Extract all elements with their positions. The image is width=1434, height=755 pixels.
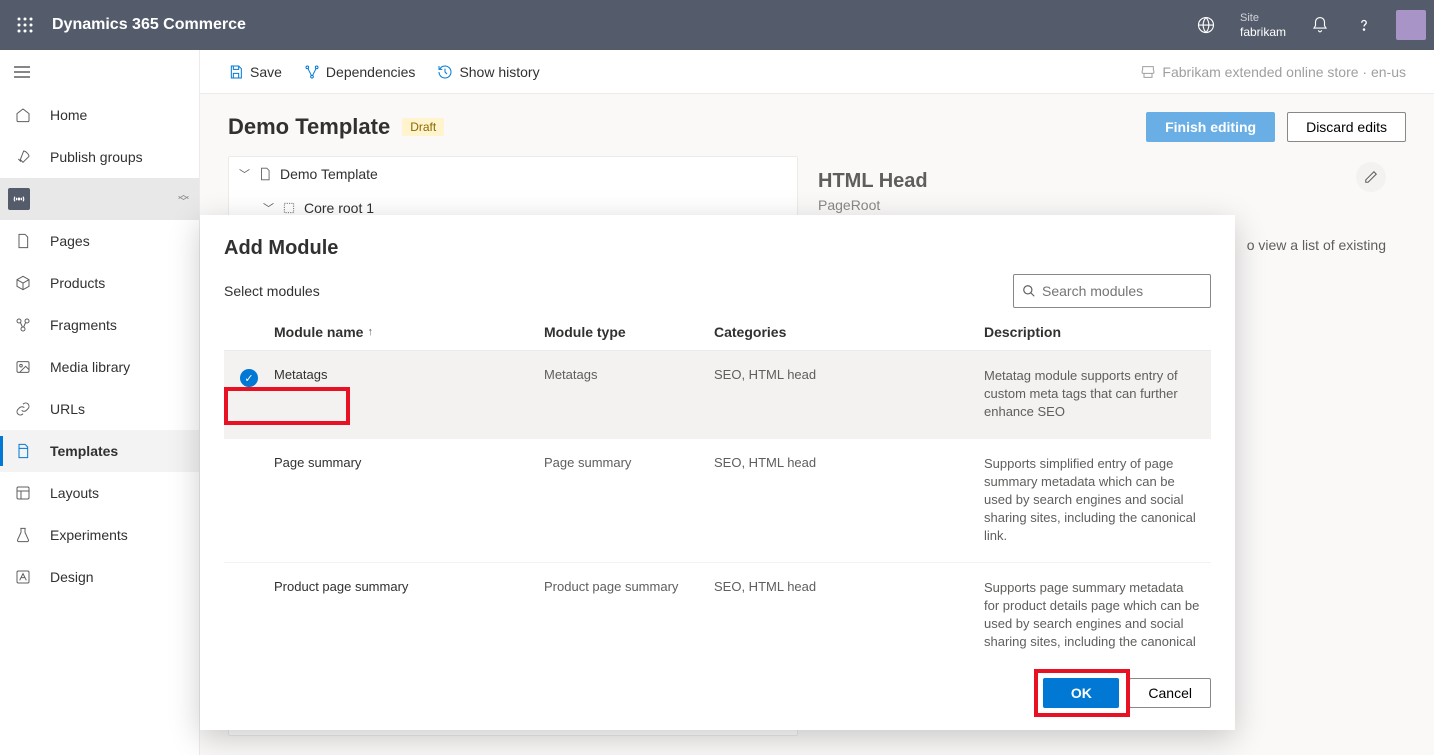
avatar[interactable] xyxy=(1396,10,1426,40)
dialog-title: Add Module xyxy=(224,237,1211,260)
page-title: Demo Template xyxy=(228,114,390,140)
page-icon xyxy=(14,233,32,249)
nav-design[interactable]: Design xyxy=(0,556,199,598)
history-icon xyxy=(437,64,453,80)
site-picker[interactable]: Site fabrikam xyxy=(1240,11,1286,39)
nav-label: Pages xyxy=(50,233,90,249)
box-icon xyxy=(14,275,32,291)
nav-label: Design xyxy=(50,569,94,585)
context-label: Fabrikam extended online store · en-us xyxy=(1140,64,1406,80)
site-name: fabrikam xyxy=(1240,25,1286,39)
nav-fragments[interactable]: Fragments xyxy=(0,304,199,346)
dependencies-icon xyxy=(304,64,320,80)
save-label: Save xyxy=(250,64,282,80)
chevron-down-icon: ﹀ xyxy=(239,166,250,182)
nav-home[interactable]: Home xyxy=(0,94,199,136)
cancel-button[interactable]: Cancel xyxy=(1129,678,1211,708)
column-categories[interactable]: Categories xyxy=(714,324,984,340)
dependencies-label: Dependencies xyxy=(326,64,416,80)
page-header: Demo Template Draft Finish editing Disca… xyxy=(200,94,1434,156)
table-row[interactable]: ✓ Metatags Metatags SEO, HTML head Metat… xyxy=(224,351,1211,439)
expand-icon: ︿﹀ xyxy=(178,192,189,206)
nav-label: Home xyxy=(50,107,87,123)
module-icon xyxy=(282,201,296,215)
nav-label: Fragments xyxy=(50,317,117,333)
panel-subtitle: PageRoot xyxy=(818,197,1386,213)
nav-label: Media library xyxy=(50,359,130,375)
hamburger-icon[interactable] xyxy=(0,50,199,94)
layout-icon xyxy=(14,485,32,501)
status-badge: Draft xyxy=(402,118,444,136)
design-icon xyxy=(14,569,32,585)
table-row[interactable]: Product page summary Product page summar… xyxy=(224,563,1211,665)
app-launcher-icon[interactable] xyxy=(8,8,42,42)
add-module-dialog: Add Module Select modules Module name↑ M… xyxy=(200,215,1235,730)
dialog-subtitle: Select modules xyxy=(224,283,320,299)
chevron-down-icon: ﹀ xyxy=(263,200,274,216)
link-icon xyxy=(14,401,32,417)
panel-title: HTML Head xyxy=(818,170,1386,193)
column-name[interactable]: Module name↑ xyxy=(274,324,544,340)
edit-icon[interactable] xyxy=(1356,162,1386,192)
rocket-icon xyxy=(14,149,32,165)
nav-experiments[interactable]: Experiments xyxy=(0,514,199,556)
nav-active-section[interactable]: ︿﹀ xyxy=(0,178,199,220)
nav-pages[interactable]: Pages xyxy=(0,220,199,262)
table-header: Module name↑ Module type Categories Desc… xyxy=(224,324,1211,351)
history-label: Show history xyxy=(459,64,539,80)
nav-label: Publish groups xyxy=(50,149,143,165)
column-description[interactable]: Description xyxy=(984,324,1211,340)
help-icon[interactable] xyxy=(1344,5,1384,45)
checked-icon: ✓ xyxy=(240,369,258,387)
template-icon xyxy=(14,443,32,459)
sort-asc-icon: ↑ xyxy=(367,326,373,338)
column-type[interactable]: Module type xyxy=(544,324,714,340)
store-icon xyxy=(1140,64,1156,80)
search-input-wrapper[interactable] xyxy=(1013,274,1211,308)
nav-media-library[interactable]: Media library xyxy=(0,346,199,388)
nav-label: Layouts xyxy=(50,485,99,501)
history-button[interactable]: Show history xyxy=(437,64,539,80)
finish-editing-button[interactable]: Finish editing xyxy=(1146,112,1275,142)
broadcast-icon xyxy=(8,188,30,210)
nav-label: URLs xyxy=(50,401,85,417)
table-row[interactable]: Page summary Page summary SEO, HTML head… xyxy=(224,439,1211,563)
nav-publish-groups[interactable]: Publish groups xyxy=(0,136,199,178)
topbar: Dynamics 365 Commerce Site fabrikam xyxy=(0,0,1434,50)
globe-icon[interactable] xyxy=(1186,5,1226,45)
nav-urls[interactable]: URLs xyxy=(0,388,199,430)
toolbar: Save Dependencies Show history Fabrikam … xyxy=(200,50,1434,94)
flask-icon xyxy=(14,527,32,543)
nav-products[interactable]: Products xyxy=(0,262,199,304)
nav-label: Templates xyxy=(50,443,118,459)
left-nav: Home Publish groups ︿﹀ Pages Products Fr… xyxy=(0,50,200,755)
save-button[interactable]: Save xyxy=(228,64,282,80)
nav-templates[interactable]: Templates xyxy=(0,430,199,472)
save-icon xyxy=(228,64,244,80)
search-icon xyxy=(1022,284,1036,298)
dependencies-button[interactable]: Dependencies xyxy=(304,64,416,80)
nav-layouts[interactable]: Layouts xyxy=(0,472,199,514)
bell-icon[interactable] xyxy=(1300,5,1340,45)
home-icon xyxy=(14,107,32,123)
image-icon xyxy=(14,359,32,375)
fragments-icon xyxy=(14,317,32,333)
search-input[interactable] xyxy=(1042,283,1223,299)
outline-root[interactable]: ﹀ Demo Template xyxy=(229,157,797,191)
nav-label: Products xyxy=(50,275,105,291)
nav-label: Experiments xyxy=(50,527,128,543)
file-icon xyxy=(258,167,272,181)
product-title: Dynamics 365 Commerce xyxy=(52,16,246,34)
discard-edits-button[interactable]: Discard edits xyxy=(1287,112,1406,142)
site-label: Site xyxy=(1240,11,1286,25)
ok-button[interactable]: OK xyxy=(1043,678,1119,708)
